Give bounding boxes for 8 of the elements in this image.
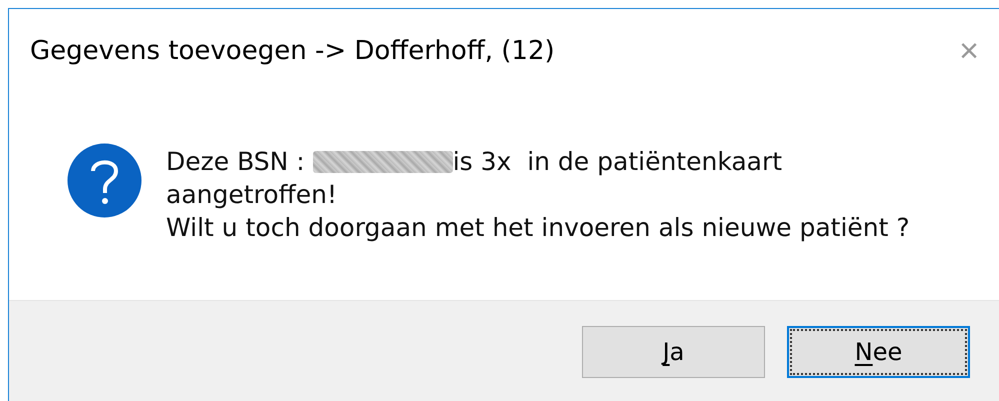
message-text: aangetroffen! <box>166 179 338 211</box>
message-text: is 3x in de patiëntenkaart <box>452 146 782 178</box>
message-text: Wilt u toch doorgaan met het invoeren als nieuwe patiënt ? <box>166 212 910 244</box>
dialog-button[interactable]: Nee <box>787 326 970 378</box>
window-title: Gegevens toevoegen -> Dofferhoff, (12) <box>30 34 555 68</box>
message-text: Deze BSN : <box>166 146 306 178</box>
question-icon <box>67 143 142 218</box>
dialog-button[interactable]: Ja <box>582 326 765 378</box>
